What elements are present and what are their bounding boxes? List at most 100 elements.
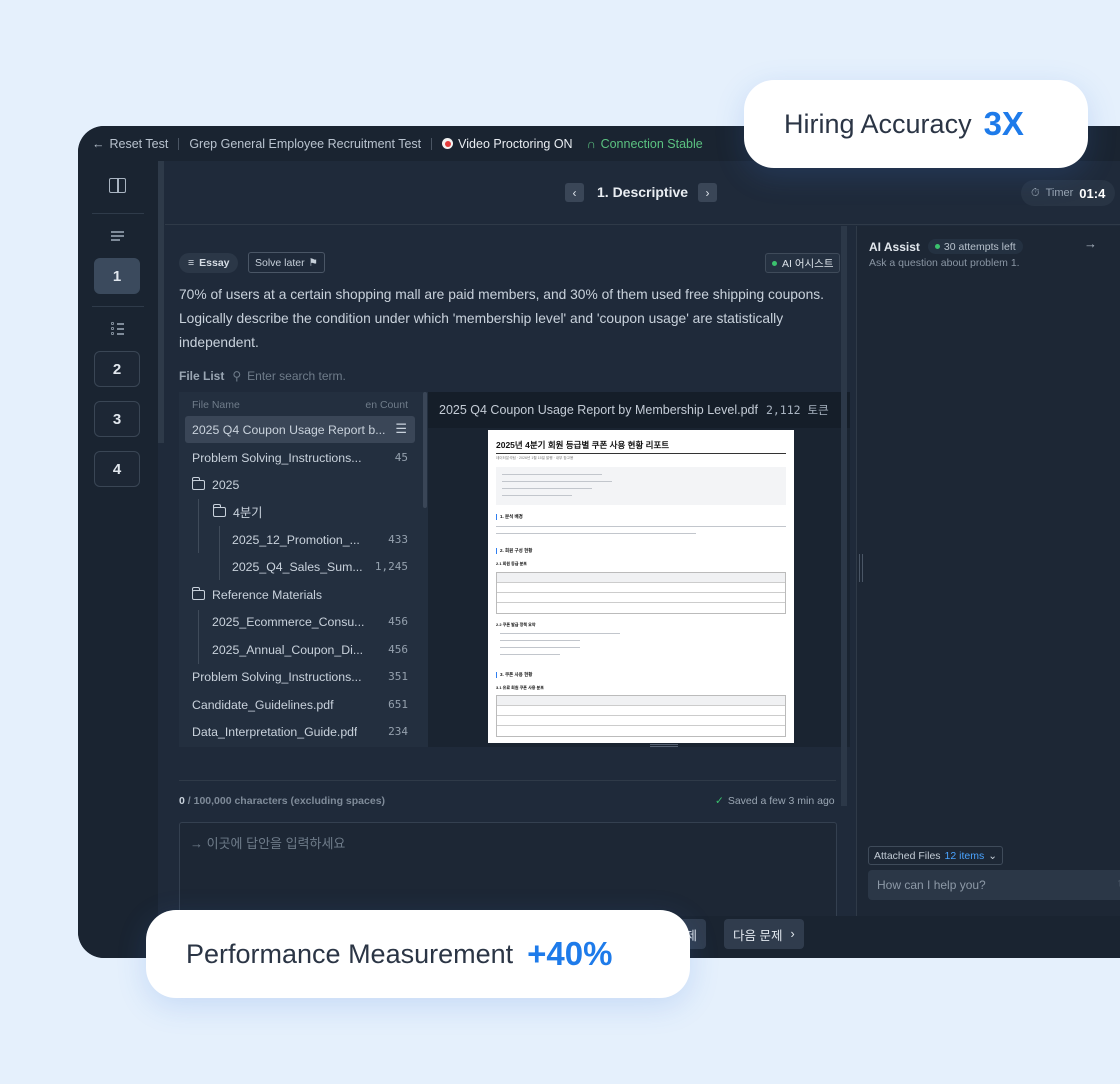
hiring-accuracy-label: Hiring Accuracy (784, 108, 972, 139)
folder-row[interactable]: 4분기 (212, 498, 408, 525)
file-row[interactable]: Problem Solving_Instructions... 351 (192, 663, 408, 690)
pdf-page[interactable]: 2025년 4분기 회원 등급별 쿠폰 사용 현황 리포트 데이터분석팀 · 2… (488, 430, 794, 743)
folder-icon (191, 586, 205, 600)
question-2-button[interactable]: 2 (94, 351, 140, 387)
file-row[interactable]: 2025 Q4 Coupon Usage Report b... ☰ (185, 416, 415, 443)
folder-icon (191, 476, 205, 490)
answer-input[interactable]: → 이곳에 답안을 입력하세요 (179, 822, 837, 922)
doc-rule (496, 453, 786, 454)
test-app-window: ← Reset Test Grep General Employee Recru… (78, 126, 1120, 958)
add-to-chat-icon[interactable]: ☰ (395, 422, 407, 437)
folder-row[interactable]: 2025 (191, 471, 408, 498)
file-row[interactable]: 2025_Q4_Sales_Sum... 1,245 (232, 553, 408, 580)
reset-test-link[interactable]: ← Reset Test (92, 137, 168, 151)
doc-subsection: 2.2 쿠폰 발급 정책 요약 (496, 622, 536, 627)
panel-splitter[interactable] (859, 554, 863, 582)
question-pane: ≡ Essay Solve later ⚑ AI 어시스트 70% of use… (165, 226, 850, 922)
attempts-badge: 30 attempts left (927, 239, 1023, 254)
preview-header: 2025 Q4 Coupon Usage Report by Membershi… (428, 392, 850, 428)
signal-icon: ∩ (586, 136, 596, 151)
check-icon: ✓ (715, 795, 724, 807)
essay-badge: ≡ Essay (179, 253, 238, 273)
ai-assist-badge[interactable]: AI 어시스트 (765, 253, 841, 273)
divider (179, 780, 836, 781)
record-icon (442, 138, 454, 149)
doc-table (496, 695, 786, 737)
question-1-button[interactable]: 1 (94, 258, 140, 294)
doc-table (496, 572, 786, 614)
file-search-input[interactable]: ⚲ Enter search term. (232, 369, 346, 383)
ai-assist-title: AI Assist 30 attempts left (869, 239, 1023, 254)
next-question-button[interactable]: › (698, 183, 717, 202)
performance-card: Performance Measurement +40% (146, 910, 690, 998)
question-3-button[interactable]: 3 (94, 401, 140, 437)
doc-section: 3. 쿠폰 사용 현황 (496, 672, 532, 678)
token-count: 2,112 토큰 (765, 403, 829, 417)
attached-files-dropdown[interactable]: Attached Files 12 items ⌄ (868, 846, 1004, 865)
chevron-down-icon: ⌄ (988, 849, 998, 862)
file-row[interactable]: Problem Solving_Instructions... 45 (192, 444, 408, 471)
file-preview: 2025 Q4 Coupon Usage Report by Membershi… (428, 392, 850, 747)
arrow-right-icon[interactable]: → (1084, 236, 1097, 251)
question-4-button[interactable]: 4 (94, 451, 140, 487)
checklist-icon (111, 322, 124, 335)
lines-icon: ≡ (188, 257, 195, 269)
connection-status: ∩ Connection Stable (586, 136, 703, 151)
file-list-label: File List ⚲ Enter search term. (179, 369, 346, 383)
prev-question-button[interactable]: ‹ (565, 183, 584, 202)
file-row[interactable]: 2025_Ecommerce_Consu... 456 (212, 608, 408, 635)
file-row[interactable]: 2025_Annual_Coupon_Di... 456 (212, 636, 408, 663)
save-status: ✓ Saved a few 3 min ago (715, 795, 835, 807)
folder-row[interactable]: Reference Materials (191, 581, 408, 608)
timer: ⏱ Timer 01:4 (1021, 180, 1116, 206)
next-question-footer-button[interactable]: 다음 문제 › (724, 919, 804, 949)
preview-resize-handle[interactable] (650, 744, 678, 747)
file-row[interactable]: Data_Interpretation_Guide.pdf 234 (192, 718, 408, 745)
status-dot-icon (772, 260, 777, 266)
tree-line (198, 499, 199, 553)
ai-subtitle: Ask a question about problem 1. (869, 257, 1020, 269)
question-scrollbar[interactable] (841, 226, 847, 806)
doc-section: 2. 회원 구성 현황 (496, 548, 532, 554)
folder-icon (212, 503, 226, 517)
flag-icon: ⚑ (308, 256, 319, 269)
divider (92, 213, 144, 214)
file-row[interactable]: 2025_12_Promotion_... 433 (232, 526, 408, 553)
doc-info-box (496, 467, 786, 505)
question-sidebar: 1 2 3 4 (78, 161, 158, 958)
question-text: 70% of users at a certain shopping mall … (179, 287, 824, 350)
chevron-right-icon: › (790, 927, 795, 941)
performance-value: +40% (527, 935, 613, 972)
character-count: 0 / 100,000 characters (excluding spaces… (179, 795, 386, 807)
status-dot-icon (934, 244, 940, 249)
question-title: 1. Descriptive (597, 184, 689, 200)
file-row[interactable]: Candidate_Guidelines.pdf 651 (192, 691, 408, 718)
divider (92, 306, 144, 307)
doc-section: 1. 분석 배경 (496, 514, 523, 520)
question-header: ‹ 1. Descriptive › ⏱ Timer 01:4 (165, 161, 1120, 225)
file-list-header: File Name en Count (192, 399, 408, 411)
test-name: Grep General Employee Recruitment Test (189, 136, 422, 151)
tree-line (198, 610, 199, 664)
sidebar-toggle-icon[interactable] (109, 178, 126, 193)
solve-later-button[interactable]: Solve later ⚑ (248, 252, 326, 273)
chevron-right-icon: › (705, 185, 710, 200)
divider (178, 137, 180, 150)
file-list-scrollbar[interactable] (423, 392, 427, 508)
menu-lines-icon (111, 231, 124, 241)
file-list: File Name en Count 2025 Q4 Coupon Usage … (179, 392, 428, 747)
doc-meta: 데이터분석팀 · 2026년 1월 15일 발행 · 내부 참고용 (496, 456, 574, 460)
arrow-left-icon: ← (92, 136, 105, 151)
sidebar-scrollbar[interactable] (158, 161, 164, 443)
tree-line (219, 526, 220, 580)
send-arrow-icon[interactable]: ↑ (1117, 877, 1120, 889)
ai-chat-input[interactable]: How can I help you? ↑ (868, 870, 1120, 900)
hiring-accuracy-card: Hiring Accuracy 3X (744, 80, 1088, 168)
proctoring-status: Video Proctoring ON (442, 137, 573, 151)
stopwatch-icon: ⏱ (1031, 186, 1040, 199)
timer-value: 01:4 (1079, 185, 1106, 201)
doc-subsection: 3.1 유료 회원 쿠폰 사용 분포 (496, 685, 544, 690)
search-icon: ⚲ (232, 369, 242, 383)
ai-assist-panel: AI Assist 30 attempts left → Ask a quest… (856, 226, 1120, 916)
hiring-accuracy-value: 3X (983, 105, 1024, 142)
